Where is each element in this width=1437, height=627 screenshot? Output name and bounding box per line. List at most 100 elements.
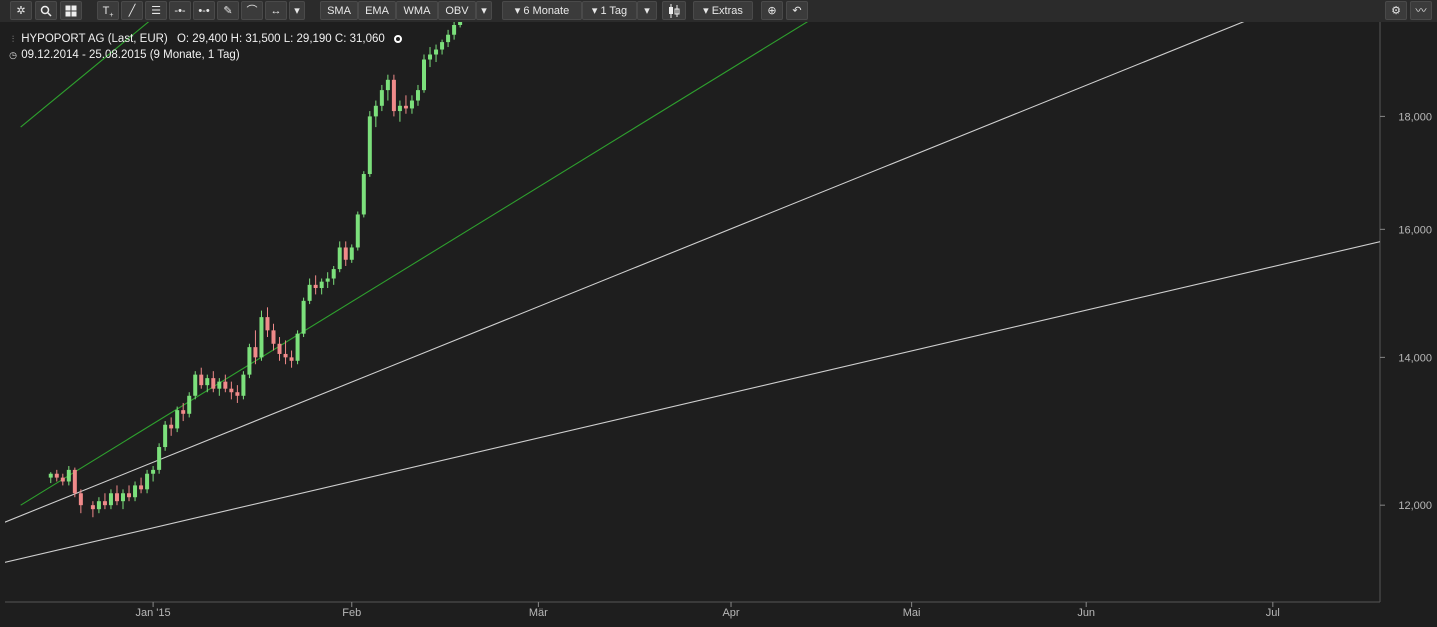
grid-icon[interactable] [60,1,82,20]
candle-body [121,493,125,502]
settings-toggle-icon[interactable]: ⚙ [1385,1,1407,20]
candle-body [277,343,282,354]
candle-body [253,347,258,358]
candle-body [163,424,168,448]
price-chart[interactable]: 12,00014,00016,00018,00020,00022,00024,0… [0,22,1437,627]
candle-body [181,410,186,414]
x-tick-label: Jul [1266,607,1280,619]
chevron-down-icon: ▾ [514,5,521,17]
candle-body [385,79,390,91]
candle-body [193,374,198,396]
chart-background [0,22,1437,627]
measure-icon[interactable]: ↔ [265,1,287,20]
candle-body [397,105,402,112]
candle-body [78,493,83,506]
candle-type-icon[interactable] [662,1,686,20]
visibility-toggle-icon[interactable] [393,35,402,43]
candle-body [422,59,426,91]
extras-menu[interactable]: ▾ Extras [693,1,753,20]
candle-body [151,469,156,474]
indicator-sma-button[interactable]: SMA [320,1,358,20]
chart-icon[interactable]: 〰 [1410,1,1432,20]
candle-body [102,501,107,506]
hline-icon[interactable]: -•- [169,1,191,20]
indicator-ema-button[interactable]: EMA [358,1,396,20]
candle-body [72,469,77,494]
candle-body [211,378,216,389]
fibonacci-icon[interactable]: ☰ [145,1,167,20]
candle-body [247,347,252,375]
candle-body [157,447,162,470]
candle-body [379,90,384,106]
segment-icon[interactable]: •-• [193,1,215,20]
candle-body [343,247,348,260]
candle-body [54,473,59,478]
date-range-row: ◷ 09.12.2014 - 25.08.2015 (9 Monate, 1 T… [8,49,240,61]
ohlc-values: O: 29,400 H: 31,500 L: 29,190 C: 31,060 [176,33,385,45]
indicator-obv-button[interactable]: OBV [438,1,476,20]
candle-body [145,473,150,490]
candle-body [361,174,366,215]
candle-body [434,49,439,55]
candle-body [325,278,330,282]
instrument-header: ⫶ HYPOPORT AG (Last, EUR) O: 29,400 H: 3… [8,33,402,45]
text-tool-icon[interactable]: T+ [97,1,119,20]
candle-body [205,378,210,386]
x-tick-label: Mär [529,607,548,619]
y-tick-label: 16,000 [1398,224,1432,236]
interval-dropdown-icon[interactable]: ▾ [637,1,657,20]
zoom-icon[interactable]: ⊕ [761,1,783,20]
candle-body [319,281,324,289]
candle-body [313,284,318,289]
period-select[interactable]: ▾ 6 Monate [502,1,582,20]
candle-body [66,469,71,482]
candle-body [199,374,204,386]
undo-icon[interactable]: ↶ [786,1,808,20]
candle-body [271,330,276,344]
toolbar: ✲ T+ ╱ ☰ -•- •-• ✎ ⌒ ↔ ▾ SMA EMA WMA OBV… [0,0,1437,23]
trendline-icon[interactable]: ╱ [121,1,143,20]
tools-dropdown-icon[interactable]: ▾ [289,1,305,20]
candle-body [187,395,192,414]
candle-body [337,247,342,270]
chevron-down-icon: ▾ [703,5,709,17]
search-icon[interactable] [35,1,57,20]
x-tick-label: Feb [342,607,361,619]
candle-body [96,501,101,510]
x-tick-label: Jan '15 [136,607,171,619]
candle-body [259,317,264,358]
candle-body [440,42,445,50]
pencil-icon[interactable]: ✎ [217,1,239,20]
x-tick-label: Mai [903,607,921,619]
clock-icon: ◷ [9,50,17,60]
interval-select[interactable]: ▾ 1 Tag [582,1,637,20]
candle-body [409,100,414,109]
candle-body [307,284,312,301]
candle-body [403,105,408,109]
gear-icon[interactable]: ✲ [10,1,32,20]
candle-body [90,505,95,510]
indicators-dropdown-icon[interactable]: ▾ [476,1,492,20]
interval-label: 1 Tag [600,5,628,17]
candle-body [175,410,180,429]
curve-icon[interactable]: ⌒ [241,1,263,20]
y-tick-label: 14,000 [1398,352,1432,364]
candle-body [169,424,174,429]
candle-body [301,300,306,334]
candle-body [458,22,463,26]
candle-body [223,381,228,389]
x-tick-label: Jun [1077,607,1095,619]
candle-body [241,374,246,396]
chevron-down-icon: ▾ [591,5,598,17]
candle-body [452,25,457,35]
candle-body [289,357,294,361]
candle-body [139,485,144,490]
candle-body [295,333,300,361]
candle-body [114,493,119,502]
bars-icon: ⫶ [11,34,15,44]
instrument-name: HYPOPORT AG (Last, EUR) [21,33,168,45]
candle-body [373,105,378,117]
candle-body [367,116,372,175]
indicator-wma-button[interactable]: WMA [396,1,438,20]
candle-body [60,477,65,482]
